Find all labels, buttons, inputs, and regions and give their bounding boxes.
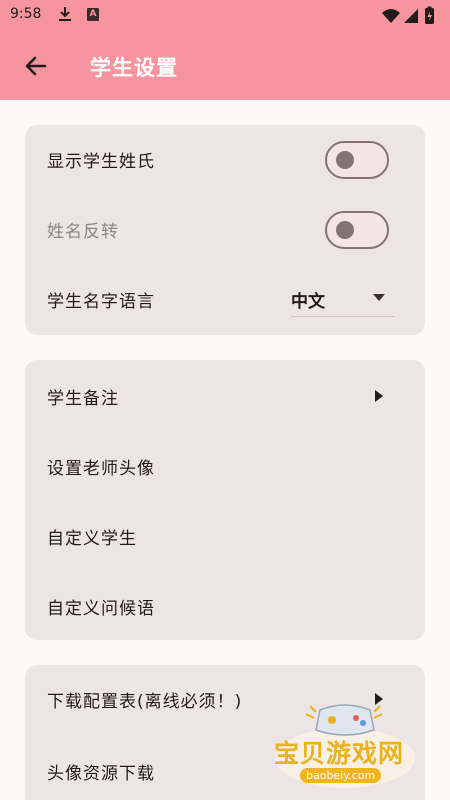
student-settings-card: 学生备注 设置老师头像 自定义学生 自定义问候语 [25, 360, 425, 640]
teacher-avatar-label: 设置老师头像 [47, 459, 155, 479]
student-notes-row[interactable]: 学生备注 [25, 362, 425, 432]
custom-greeting-label: 自定义问候语 [47, 599, 155, 619]
reverse-name-toggle[interactable] [325, 211, 389, 249]
reverse-name-label: 姓名反转 [47, 222, 119, 242]
custom-student-label: 自定义学生 [47, 529, 137, 549]
custom-student-row[interactable]: 自定义学生 [25, 502, 425, 572]
toggle-knob [336, 151, 354, 169]
name-language-select[interactable]: 中文 [291, 279, 395, 317]
chevron-right-icon [375, 390, 383, 402]
status-icons [380, 6, 440, 26]
display-settings-card: 显示学生姓氏 姓名反转 学生名字语言 中文 [25, 125, 425, 335]
custom-greeting-row[interactable]: 自定义问候语 [25, 572, 425, 642]
name-language-value: 中文 [291, 292, 325, 312]
back-button[interactable] [20, 50, 52, 82]
download-config-label: 下载配置表(离线必须！) [47, 692, 243, 712]
arrow-back-icon [25, 56, 47, 76]
signal-icon [404, 9, 418, 23]
watermark: 宝贝游戏网 baobeiy.com [270, 700, 420, 792]
status-bar: 9:58 A [0, 0, 450, 32]
reverse-name-row[interactable]: 姓名反转 [25, 195, 425, 265]
name-language-row: 学生名字语言 中文 [25, 265, 425, 335]
status-time: 9:58 [10, 6, 42, 22]
student-notes-label: 学生备注 [47, 389, 119, 409]
page-title: 学生设置 [90, 56, 178, 80]
show-surname-row[interactable]: 显示学生姓氏 [25, 125, 425, 195]
app-notification-icon: A [87, 8, 99, 21]
battery-icon [425, 6, 434, 24]
watermark-text: 宝贝游戏网 [274, 739, 405, 768]
watermark-url: baobeiy.com [300, 768, 382, 783]
wifi-icon [382, 9, 400, 23]
name-language-label: 学生名字语言 [47, 292, 155, 312]
teacher-avatar-row[interactable]: 设置老师头像 [25, 432, 425, 502]
show-surname-label: 显示学生姓氏 [47, 152, 155, 172]
toggle-knob [336, 221, 354, 239]
dropdown-arrow-icon [373, 294, 385, 301]
app-bar: 学生设置 [0, 32, 450, 100]
avatar-download-label: 头像资源下载 [47, 764, 155, 784]
download-icon [58, 6, 72, 26]
show-surname-toggle[interactable] [325, 141, 389, 179]
